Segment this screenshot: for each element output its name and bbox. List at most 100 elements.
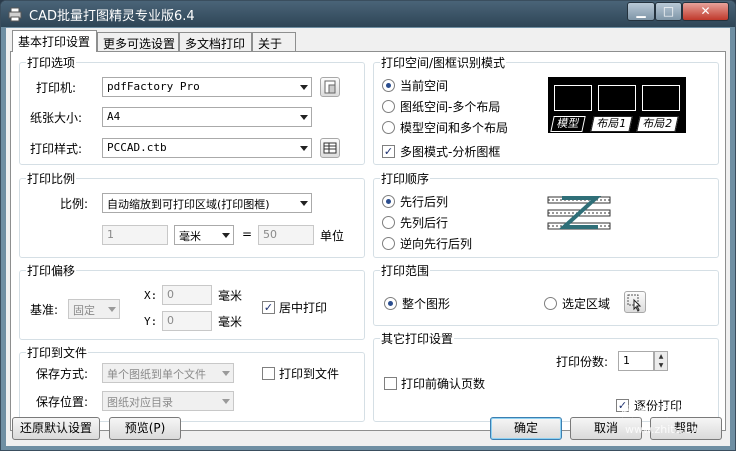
layout-tab-1: 布局1 xyxy=(590,116,633,132)
radio-row-first[interactable] xyxy=(382,195,395,208)
layout-frame xyxy=(642,85,680,111)
close-button[interactable]: ✕ xyxy=(682,2,729,21)
paper-value: A4 xyxy=(107,110,121,123)
group-title: 打印到文件 xyxy=(26,344,89,361)
printer-app-icon xyxy=(8,7,22,22)
watermark-line1: 图 知识社区 xyxy=(621,405,691,420)
center-print-checkbox[interactable]: ✓ xyxy=(262,301,275,314)
print-to-file-checkbox[interactable] xyxy=(262,367,275,380)
chevron-down-icon xyxy=(222,371,230,376)
copies-input[interactable]: 1 xyxy=(618,351,654,371)
title-bar: CAD批量打图精灵专业版6.4 ▁ □ ✕ xyxy=(1,1,735,27)
group-print-order: 打印顺序 先行后列 先列后行 逆向先行后列 xyxy=(373,170,719,258)
ok-button[interactable]: 确定 xyxy=(490,417,562,440)
spin-up-icon[interactable]: ▲ xyxy=(655,352,667,361)
paper-select[interactable]: A4 xyxy=(102,107,312,127)
x-label: X: xyxy=(144,289,158,302)
printer-value: pdfFactory Pro xyxy=(107,80,200,93)
radio-current-space-label: 当前空间 xyxy=(400,79,449,93)
radio-reverse-row-first[interactable] xyxy=(382,237,395,250)
radio-model-and-layouts-label: 模型空间和多个布局 xyxy=(400,121,509,135)
layout-tab-model: 模型 xyxy=(550,116,586,132)
x-offset-input[interactable]: 0 xyxy=(162,285,212,305)
app-window: CAD批量打图精灵专业版6.4 ▁ □ ✕ 基本打印设置 更多可选设置 多文档打… xyxy=(0,0,736,451)
group-title: 打印顺序 xyxy=(380,170,431,187)
radio-current-space[interactable] xyxy=(382,79,395,92)
ratio-select[interactable]: 自动缩放到可打印区域(打印图框) xyxy=(102,193,312,213)
group-title: 打印比例 xyxy=(26,170,77,187)
spin-down-icon[interactable]: ▼ xyxy=(655,361,667,370)
radio-whole-drawing-label: 整个图形 xyxy=(402,297,451,311)
scale-numerator-input[interactable]: 1 xyxy=(102,225,168,245)
scale-unit-value: 毫米 xyxy=(179,230,201,243)
tab-multi-document[interactable]: 多文档打印 xyxy=(179,32,252,52)
radio-paper-space[interactable] xyxy=(382,100,395,113)
save-mode-value: 单个图纸到单个文件 xyxy=(107,368,206,381)
dialog-client: 基本打印设置 更多可选设置 多文档打印 关于 打印选项 打印机: pdfFact… xyxy=(6,28,730,446)
style-select[interactable]: PCCAD.ctb xyxy=(102,138,312,158)
layout-tab-2: 布局2 xyxy=(636,116,679,132)
base-label: 基准: xyxy=(30,303,59,317)
radio-column-first[interactable] xyxy=(382,216,395,229)
pick-area-button[interactable] xyxy=(624,291,646,313)
chevron-down-icon xyxy=(108,307,116,312)
tab-basic-print[interactable]: 基本打印设置 xyxy=(12,30,97,52)
save-location-value: 图纸对应目录 xyxy=(107,396,173,409)
radio-model-and-layouts[interactable] xyxy=(382,121,395,134)
minimize-button[interactable]: ▁ xyxy=(627,2,655,21)
copies-spinner[interactable]: ▲ ▼ xyxy=(654,351,668,371)
multi-frame-checkbox[interactable]: ✓ xyxy=(382,145,395,158)
multi-frame-label: 多图模式-分析图框 xyxy=(400,145,501,159)
save-location-select[interactable]: 图纸对应目录 xyxy=(102,391,234,411)
chevron-down-icon xyxy=(222,233,230,238)
printer-select[interactable]: pdfFactory Pro xyxy=(102,77,312,97)
print-order-z-icon xyxy=(547,196,611,230)
radio-column-first-label: 先列后行 xyxy=(400,216,449,230)
copies-label: 打印份数: xyxy=(556,355,609,369)
unit-label: 单位 xyxy=(320,229,345,243)
center-print-label: 居中打印 xyxy=(279,301,328,315)
confirm-pages-label: 打印前确认页数 xyxy=(401,377,486,391)
printer-label: 打印机: xyxy=(36,81,77,95)
group-title: 打印空间/图框识别模式 xyxy=(380,54,507,71)
group-title: 打印偏移 xyxy=(26,262,77,279)
restore-defaults-button[interactable]: 还原默认设置 xyxy=(12,417,100,440)
group-range: 打印范围 整个图形 选定区域 xyxy=(373,262,719,326)
x-unit-label: 毫米 xyxy=(218,289,243,303)
chevron-down-icon xyxy=(300,146,308,151)
layout-frame xyxy=(598,85,636,111)
radio-selected-area-label: 选定区域 xyxy=(562,297,611,311)
table-edit-icon xyxy=(323,142,337,154)
chevron-down-icon xyxy=(300,115,308,120)
radio-row-first-label: 先行后列 xyxy=(400,195,449,209)
group-print-options: 打印选项 打印机: pdfFactory Pro 纸张大小: A4 打印样式: … xyxy=(19,54,365,165)
y-unit-label: 毫米 xyxy=(218,315,243,329)
watermark-line2: www.zhitu.cn xyxy=(625,423,699,436)
y-label: Y: xyxy=(144,315,158,328)
preview-button[interactable]: 预览(P) xyxy=(109,417,181,440)
radio-selected-area[interactable] xyxy=(544,297,557,310)
confirm-pages-checkbox[interactable] xyxy=(384,377,397,390)
group-offset: 打印偏移 基准: 固定 X: 0 毫米 Y: 0 毫米 ✓ 居中打印 xyxy=(19,262,365,340)
ratio-label: 比例: xyxy=(60,197,89,211)
paper-label: 纸张大小: xyxy=(30,111,83,125)
printer-properties-icon xyxy=(324,80,336,94)
y-offset-input[interactable]: 0 xyxy=(162,311,212,331)
scale-denominator-input[interactable]: 50 xyxy=(258,225,314,245)
tab-more-options[interactable]: 更多可选设置 xyxy=(97,32,179,52)
tab-panel: 打印选项 打印机: pdfFactory Pro 纸张大小: A4 打印样式: … xyxy=(10,51,726,431)
group-print-to-file: 打印到文件 保存方式: 单个图纸到单个文件 保存位置: 图纸对应目录 打印到文件 xyxy=(19,344,365,422)
base-select[interactable]: 固定 xyxy=(68,299,120,319)
chevron-down-icon xyxy=(222,399,230,404)
maximize-button[interactable]: □ xyxy=(655,2,682,21)
group-scale: 打印比例 比例: 自动缩放到可打印区域(打印图框) 1 毫米 = 50 单位 xyxy=(19,170,365,258)
radio-paper-space-label: 图纸空间-多个布局 xyxy=(400,100,501,114)
scale-unit-select[interactable]: 毫米 xyxy=(174,225,234,245)
radio-whole-drawing[interactable] xyxy=(384,297,397,310)
print-to-file-label: 打印到文件 xyxy=(279,367,340,381)
tab-about[interactable]: 关于 xyxy=(252,32,296,52)
printer-properties-button[interactable] xyxy=(320,77,340,97)
save-mode-select[interactable]: 单个图纸到单个文件 xyxy=(102,363,234,383)
save-location-label: 保存位置: xyxy=(36,395,89,409)
style-edit-button[interactable] xyxy=(320,138,340,158)
